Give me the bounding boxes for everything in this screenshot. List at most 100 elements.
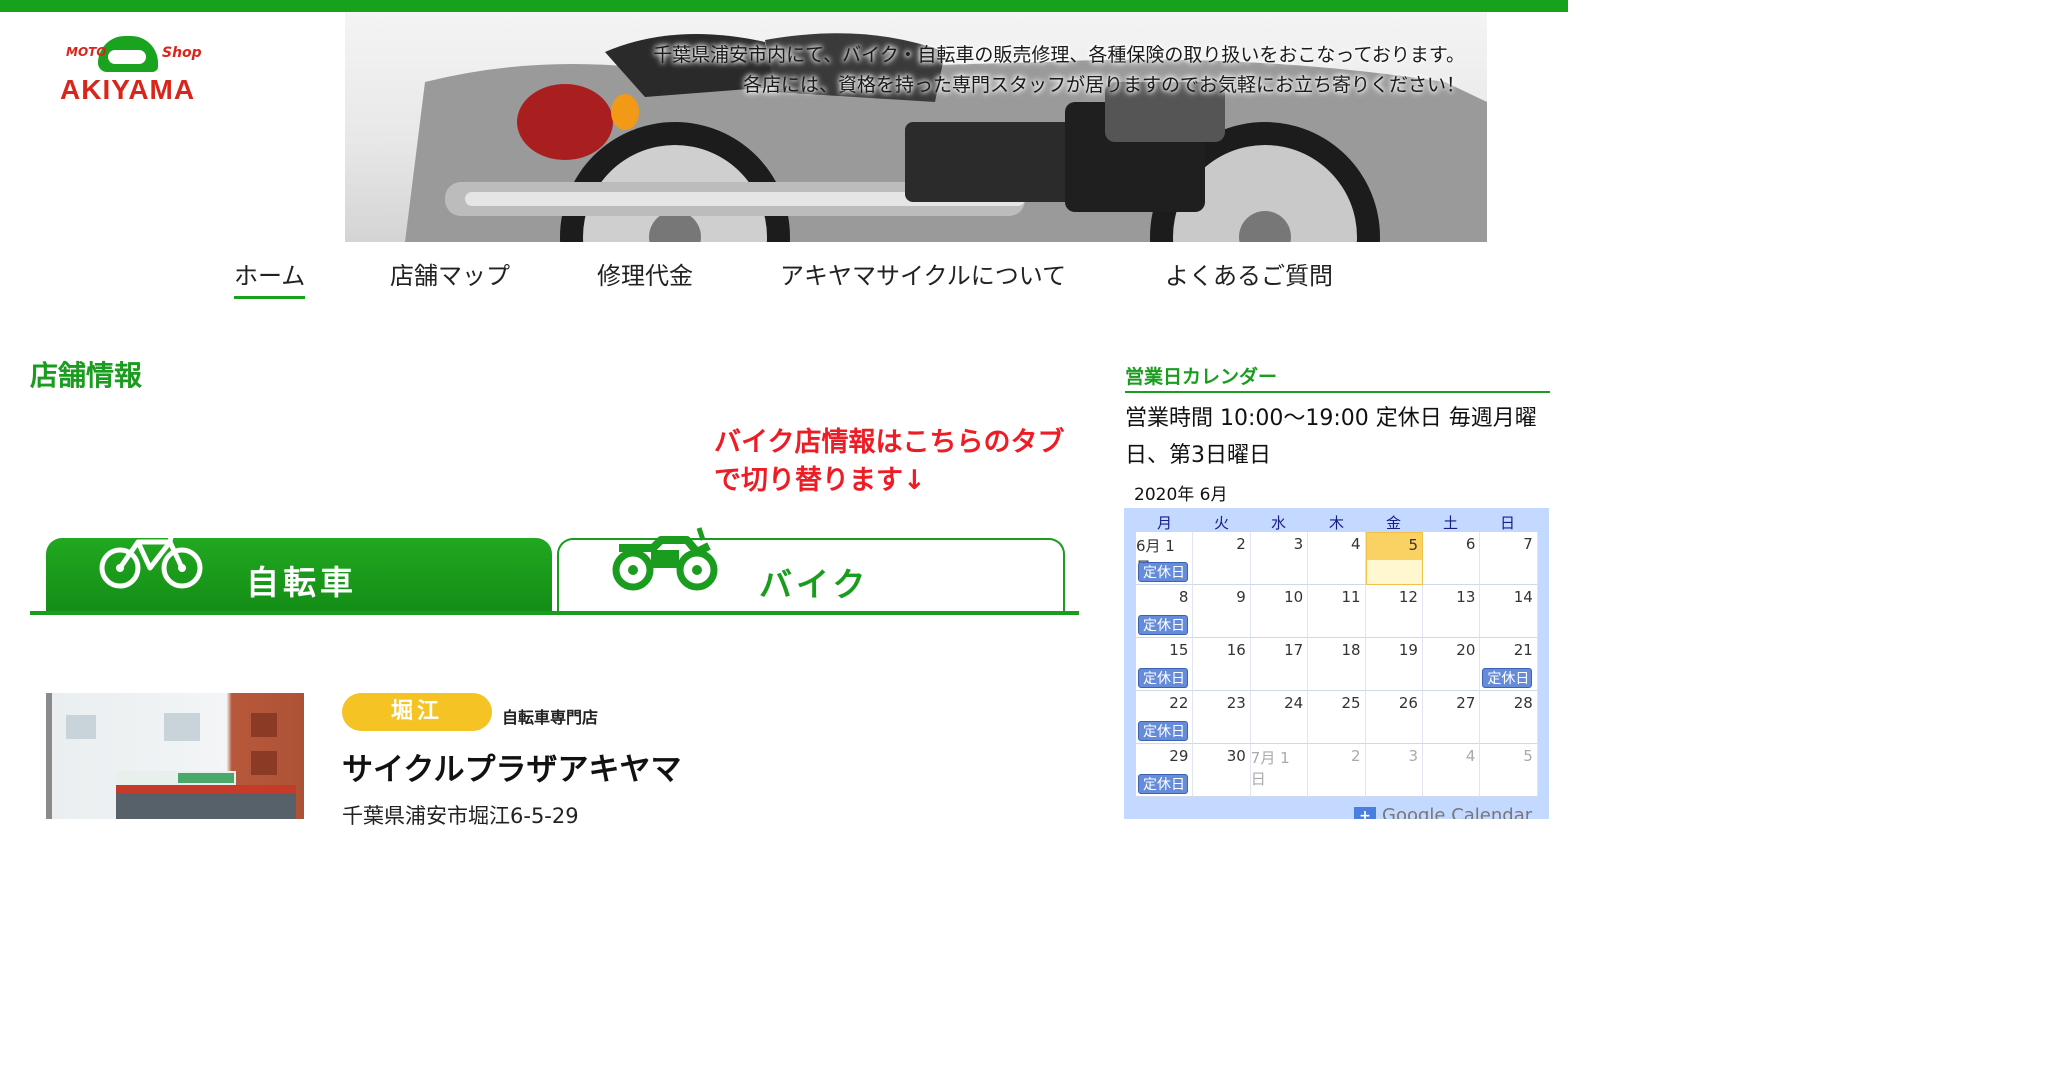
calendar-day-number: 22 [1169, 694, 1189, 712]
calendar-event-closed[interactable]: 定休日 [1482, 668, 1533, 688]
calendar-day-number: 7月 1日 [1250, 749, 1290, 788]
helmet-visor [106, 48, 148, 66]
calendar-day-number: 11 [1341, 588, 1361, 606]
calendar-day-number: 16 [1226, 641, 1246, 659]
weekday-thu: 木 [1328, 514, 1344, 532]
calendar-day-cell[interactable]: 7月 1日 [1250, 744, 1309, 797]
calendar-day-cell[interactable]: 8 定休日 [1136, 585, 1194, 638]
calendar-day-number: 18 [1341, 641, 1361, 659]
calendar-day-cell[interactable]: 6月 1日定休日 [1136, 532, 1194, 585]
hero-banner: 千葉県浦安市内にて、バイク・自転車の販売修理、各種保険の取り扱いをおこなっており… [345, 12, 1487, 242]
calendar-day-cell[interactable]: 25 [1308, 691, 1366, 744]
weekday-wed: 水 [1270, 514, 1286, 532]
calendar-day-cell[interactable]: 24 [1250, 691, 1309, 744]
calendar-day-cell[interactable]: 6 [1423, 532, 1481, 585]
motorcycle-icon [612, 527, 718, 591]
calendar-day-cell[interactable]: 12 [1365, 585, 1423, 638]
calendar-day-cell[interactable]: 2 [1193, 532, 1251, 585]
calendar-day-number: 2 [1236, 535, 1246, 553]
calendar-day-number: 10 [1284, 588, 1304, 606]
nav-store-map[interactable]: 店舗マップ [390, 256, 510, 291]
calendar-day-cell[interactable]: 16 [1193, 638, 1251, 691]
site-logo[interactable]: MOTO Shop AKIYAMA [58, 34, 208, 114]
calendar-day-number: 14 [1513, 588, 1533, 606]
calendar-day-number: 2 [1351, 747, 1361, 765]
nav-about[interactable]: アキヤマサイクルについて [780, 256, 1066, 291]
calendar-day-cell[interactable]: 9 [1193, 585, 1251, 638]
calendar-heading-rule [1125, 391, 1550, 393]
calendar-day-cell[interactable]: 3 [1250, 532, 1309, 585]
weekday-tue: 火 [1213, 514, 1229, 532]
calendar-day-number: 27 [1456, 694, 1476, 712]
hero-tagline-line1: 千葉県浦安市内にて、バイク・自転車の販売修理、各種保険の取り扱いをおこなっており… [653, 44, 1465, 66]
calendar-day-cell[interactable]: 4 [1423, 744, 1481, 797]
calendar-day-cell[interactable]: 23 [1193, 691, 1251, 744]
hero-tagline: 千葉県浦安市内にて、バイク・自転車の販売修理、各種保険の取り扱いをおこなっており… [653, 40, 1465, 100]
tabs-underline [30, 611, 1079, 615]
calendar-day-cell[interactable]: 14 [1480, 585, 1538, 638]
calendar-day-cell[interactable]: 10 [1250, 585, 1309, 638]
calendar-day-cell[interactable]: 11 [1308, 585, 1366, 638]
calendar-day-cell[interactable]: 13 [1423, 585, 1481, 638]
google-calendar-label: Google Calendar [1382, 805, 1533, 819]
calendar-day-cell[interactable]: 29 定休日 [1136, 744, 1194, 797]
calendar-day-cell[interactable]: 2 [1308, 744, 1366, 797]
calendar-day-number: 30 [1226, 747, 1246, 765]
calendar-day-cell[interactable]: 19 [1365, 638, 1423, 691]
calendar-day-number: 15 [1169, 641, 1189, 659]
calendar-event-closed[interactable]: 定休日 [1138, 668, 1188, 688]
calendar-day-number: 9 [1236, 588, 1246, 606]
weekday-sat: 土 [1442, 514, 1458, 532]
calendar-day-number: 17 [1284, 641, 1304, 659]
calendar-event-closed[interactable]: 定休日 [1138, 774, 1188, 794]
calendar-day-cell[interactable]: 18 [1308, 638, 1366, 691]
calendar-event-closed[interactable]: 定休日 [1138, 721, 1188, 741]
calendar-day-cell[interactable]: 3 [1365, 744, 1423, 797]
calendar-day-cell[interactable]: 5 [1480, 744, 1538, 797]
calendar-event-closed[interactable]: 定休日 [1138, 615, 1188, 635]
calendar-day-number: 28 [1513, 694, 1533, 712]
calendar-day-cell[interactable]: 27 [1423, 691, 1481, 744]
calendar-day-number: 7 [1523, 535, 1533, 553]
calendar-day-cell[interactable]: 5 [1365, 532, 1423, 585]
nav-repair-price[interactable]: 修理代金 [597, 256, 693, 291]
calendar-day-cell[interactable]: 20 [1423, 638, 1481, 691]
google-calendar-badge[interactable]: + Google Calendar [1354, 805, 1532, 819]
store-name[interactable]: サイクルプラザアキヤマ [342, 744, 681, 789]
tab-notice: バイク店情報はこちらのタブ で切り替ります↓ [714, 424, 1084, 500]
calendar-day-cell[interactable]: 28 [1480, 691, 1538, 744]
tab-notice-line2: で切り替ります↓ [714, 465, 926, 496]
calendar-day-number: 25 [1341, 694, 1361, 712]
calendar-day-number: 12 [1398, 588, 1418, 606]
calendar-weekday-header: 月 火 水 木 金 土 日 [1124, 508, 1549, 532]
calendar-day-cell[interactable]: 17 [1250, 638, 1309, 691]
calendar-day-number: 6 [1465, 535, 1476, 553]
calendar-heading: 営業日カレンダー [1125, 366, 1278, 388]
calendar-day-number: 5 [1408, 536, 1418, 554]
nav-faq[interactable]: よくあるご質問 [1165, 256, 1333, 291]
calendar-day-cell[interactable]: 7 [1480, 532, 1538, 585]
calendar-day-number: 8 [1178, 588, 1189, 606]
logo-moto-text: MOTO [66, 45, 107, 59]
calendar-day-number: 23 [1226, 694, 1246, 712]
calendar-day-cell[interactable]: 21 定休日 [1480, 638, 1538, 691]
tab-motorcycle-label: バイク [759, 565, 870, 604]
calendar-day-number: 29 [1169, 747, 1189, 765]
calendar-event-closed[interactable]: 定休日 [1138, 562, 1188, 582]
calendar-day-number: 3 [1408, 747, 1418, 765]
calendar-day-cell[interactable]: 26 [1365, 691, 1423, 744]
calendar-day-number: 3 [1293, 535, 1304, 553]
calendar-day-cell[interactable]: 4 [1308, 532, 1366, 585]
calendar-day-number: 20 [1456, 641, 1476, 659]
google-calendar-embed: 月 火 水 木 金 土 日 6月 1日定休日2345678定休日91011121… [1124, 508, 1549, 819]
calendar-day-cell[interactable]: 30 [1193, 744, 1251, 797]
tab-bicycle[interactable]: 自転車 [46, 529, 552, 612]
nav-home[interactable]: ホーム [234, 256, 306, 299]
logo-shop-text: Shop [162, 45, 202, 61]
calendar-day-cell[interactable]: 22 定休日 [1136, 691, 1194, 744]
tab-motorcycle[interactable]: バイク [557, 527, 1065, 614]
plus-icon: + [1354, 807, 1376, 819]
store-type: 自転車専門店 [502, 708, 599, 727]
calendar-day-cell[interactable]: 15 定休日 [1136, 638, 1194, 691]
store-photo [46, 693, 304, 819]
